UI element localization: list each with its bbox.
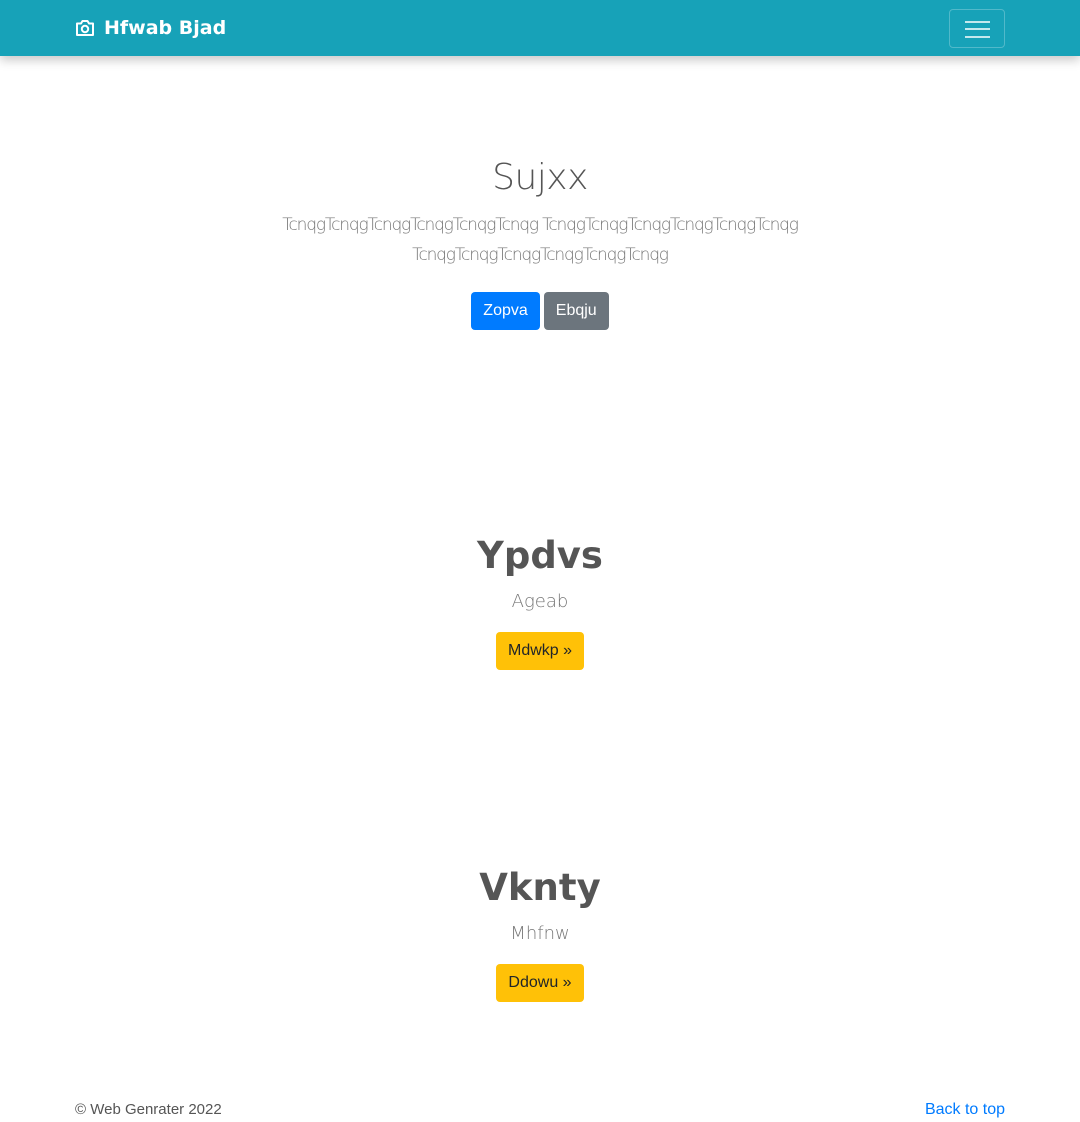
- hero-buttons: Zopva Ebqju: [0, 292, 1080, 330]
- ebqju-button[interactable]: Ebqju: [543, 292, 609, 330]
- section-subtitle-mhfnw: Mhfnw: [510, 923, 570, 944]
- footer-copyright: © Web Genrater 2022: [75, 1101, 222, 1118]
- mdwkp-button[interactable]: Mdwkp »: [495, 632, 585, 670]
- section-subtitle-ageab: Ageab: [511, 591, 569, 612]
- brand-title: Hfwab Bjad: [104, 17, 227, 39]
- ddowu-button[interactable]: Ddowu »: [496, 964, 584, 1002]
- brand-link[interactable]: Hfwab Bjad: [75, 0, 226, 56]
- zopva-button[interactable]: Zopva: [471, 292, 540, 330]
- camera-icon: [75, 19, 95, 37]
- section-title-ypdvs: Ypdvs: [477, 534, 603, 577]
- section-button-wrap: Ddowu »: [0, 964, 1080, 1002]
- hero-lead-text: TcnqgTcnqgTcnqgTcnqgTcnqgTcnqg TcnqgTcnq…: [282, 215, 799, 265]
- hamburger-menu-icon: [965, 21, 990, 23]
- back-to-top-link[interactable]: Back to top: [925, 1100, 1005, 1120]
- section-button-wrap: Mdwkp »: [0, 632, 1080, 670]
- hamburger-menu-icon-bar: [965, 28, 990, 30]
- navbar: Hfwab Bjad: [0, 0, 1080, 56]
- hamburger-menu-icon-bar: [965, 36, 990, 38]
- section-title-vknty: Vknty: [479, 866, 601, 909]
- navbar-toggle-button[interactable]: [949, 9, 1005, 48]
- hero-title: Sujxx: [492, 157, 588, 198]
